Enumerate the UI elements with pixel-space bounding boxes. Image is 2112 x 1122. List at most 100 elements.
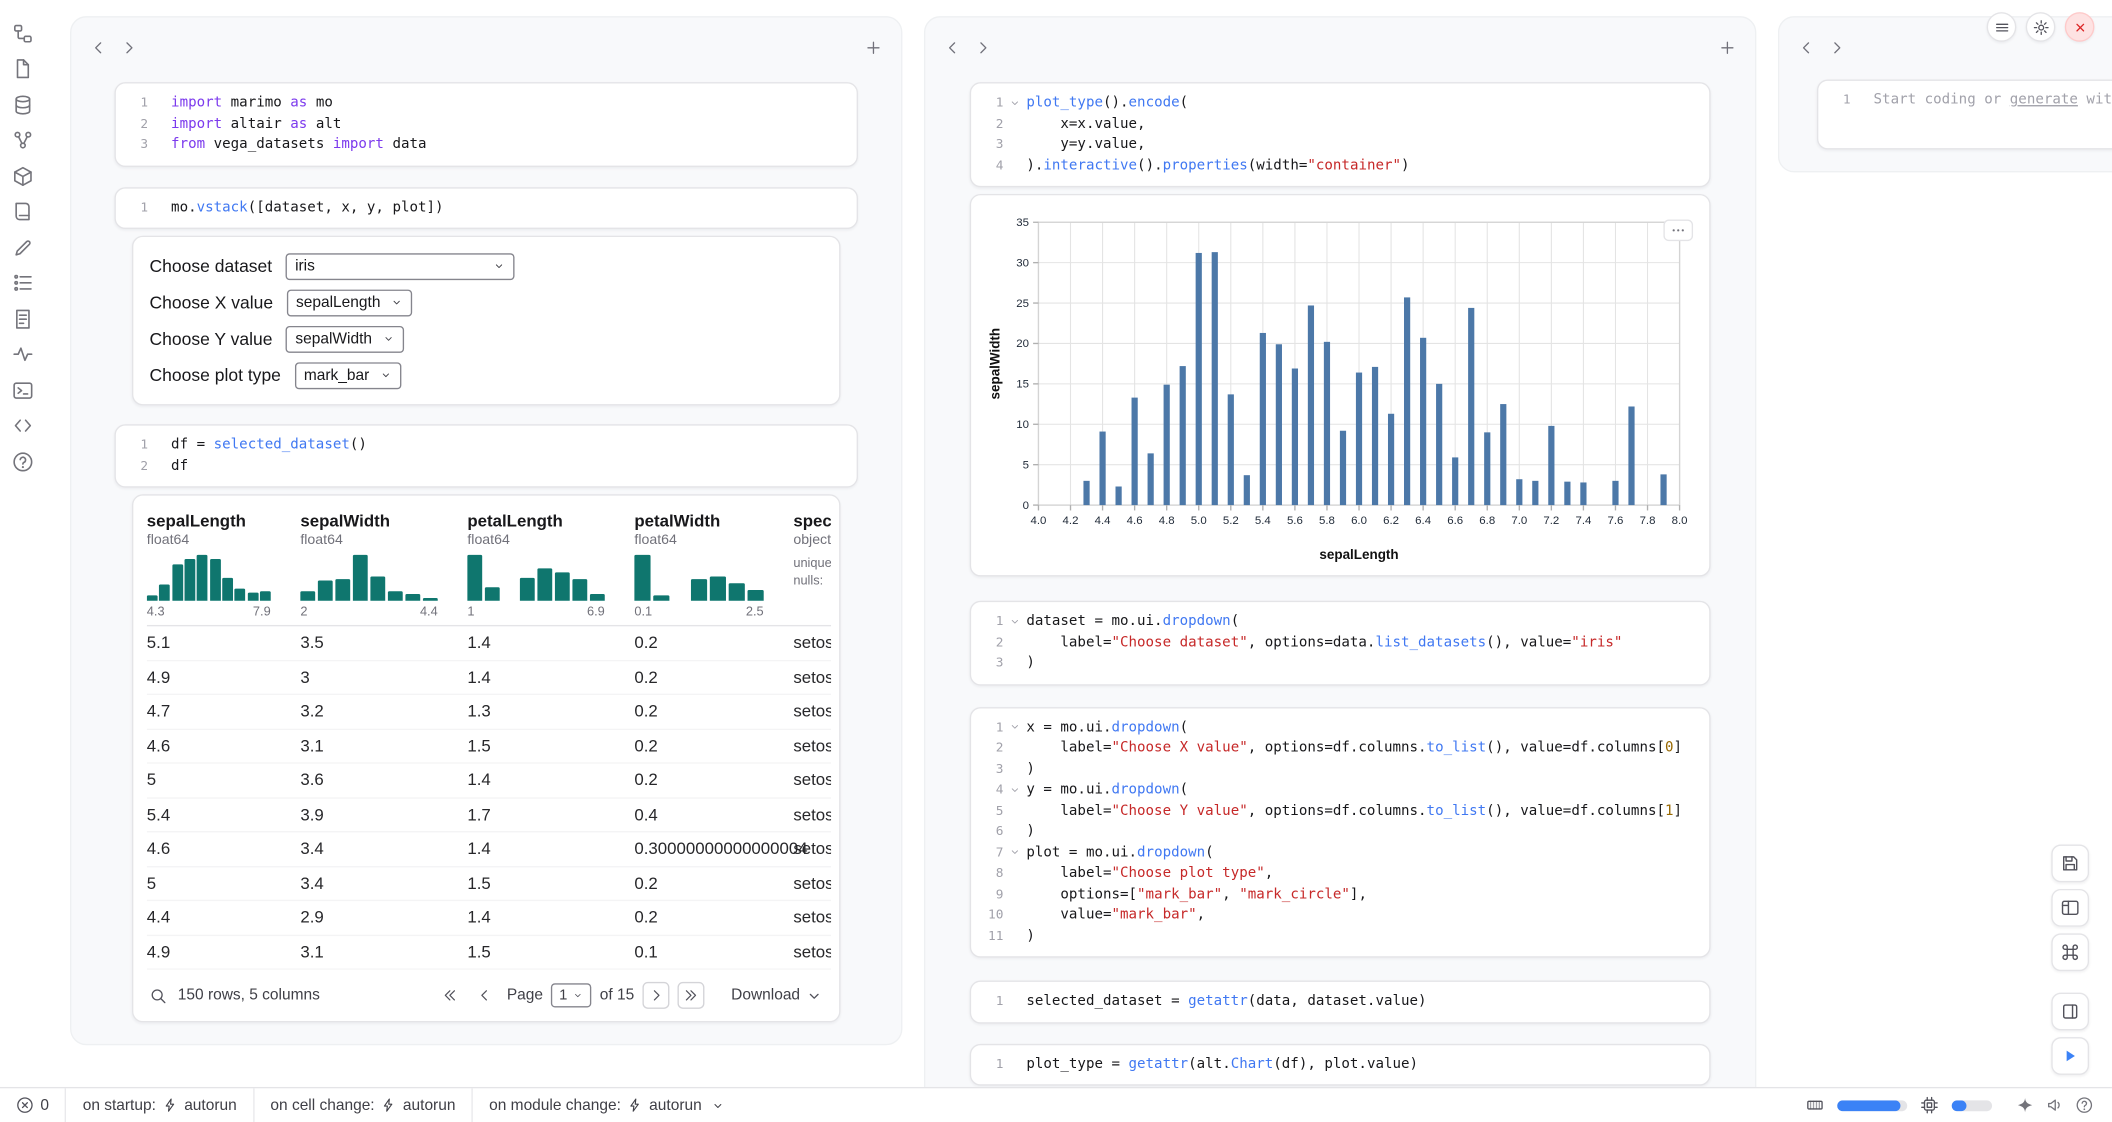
logs-icon[interactable] bbox=[12, 307, 34, 329]
packages-icon[interactable] bbox=[12, 164, 34, 186]
code-text: y=y.value, bbox=[1026, 135, 1145, 156]
column-header-sepalWidth[interactable]: sepalWidthfloat6424.4 bbox=[300, 504, 467, 620]
settings-button[interactable] bbox=[2026, 12, 2056, 42]
page-select[interactable]: 1 bbox=[551, 983, 592, 1007]
dropdown-choose-y-value[interactable]: sepalWidth bbox=[286, 325, 404, 352]
table-row[interactable]: 4.93.11.50.1setosa bbox=[147, 935, 831, 969]
line-number: 1 bbox=[985, 1054, 1004, 1075]
first-page-button[interactable] bbox=[437, 982, 464, 1009]
line-number: 7 bbox=[985, 842, 1004, 863]
generate-with-ai-link[interactable]: generate bbox=[2010, 92, 2078, 108]
ai-assistant-icon[interactable] bbox=[2016, 1096, 2034, 1114]
dropdown-choose-plot-type[interactable]: mark_bar bbox=[294, 362, 401, 389]
column-scroll-right-icon[interactable] bbox=[1828, 36, 1846, 54]
documentation-icon[interactable] bbox=[12, 200, 34, 222]
terminal-icon[interactable] bbox=[12, 378, 34, 400]
app-preview-button[interactable] bbox=[2051, 993, 2089, 1031]
new-cell-editor[interactable]: 1 Start coding or generate with AI. bbox=[1817, 79, 2112, 149]
help-icon[interactable] bbox=[2076, 1096, 2094, 1114]
next-page-button[interactable] bbox=[642, 982, 669, 1009]
setting-value: autorun bbox=[649, 1097, 702, 1113]
cell-xy-plot-dropdowns[interactable]: 1x = mo.ui.dropdown(2 label="Choose X va… bbox=[970, 706, 1711, 957]
last-page-button[interactable] bbox=[677, 982, 704, 1009]
memory-usage-meter[interactable] bbox=[1837, 1100, 1907, 1111]
cell-plot-encode[interactable]: 1plot_type().encode(2 x=x.value,3 y=y.va… bbox=[970, 82, 1711, 187]
snippets-icon[interactable] bbox=[12, 414, 34, 436]
column-scroll-right-icon[interactable] bbox=[974, 36, 992, 54]
file-icon[interactable] bbox=[12, 57, 34, 79]
table-scroll-area[interactable]: sepalLengthfloat644.37.9sepalWidthfloat6… bbox=[147, 504, 831, 970]
add-cell-icon[interactable] bbox=[1719, 36, 1737, 54]
keyboard-shortcuts-button[interactable] bbox=[2051, 933, 2089, 971]
table-row[interactable]: 53.61.40.2setosa bbox=[147, 764, 831, 798]
variables-icon[interactable] bbox=[12, 129, 34, 151]
table-search-icon[interactable] bbox=[150, 987, 168, 1005]
fold-cell-icon[interactable] bbox=[1003, 717, 1026, 738]
fold-cell-icon[interactable] bbox=[1003, 842, 1026, 863]
column-scroll-left-icon[interactable] bbox=[944, 36, 962, 54]
table-row[interactable]: 4.42.91.40.2setosa bbox=[147, 901, 831, 935]
prev-page-button[interactable] bbox=[472, 982, 499, 1009]
column-header-species[interactable]: speciesobjectuniquenulls: bbox=[793, 504, 831, 620]
data-sources-icon[interactable] bbox=[12, 93, 34, 115]
line-number: 1 bbox=[129, 435, 148, 456]
help-icon[interactable] bbox=[12, 450, 34, 472]
table-cell: 0.4 bbox=[634, 805, 793, 824]
traces-icon[interactable] bbox=[12, 343, 34, 365]
altair-bar-chart[interactable]: 051015202530354.04.24.44.64.85.05.25.45.… bbox=[985, 206, 1696, 567]
column-scroll-left-icon[interactable] bbox=[1798, 36, 1816, 54]
table-row[interactable]: 5.13.51.40.2setosa bbox=[147, 626, 831, 660]
table-row[interactable]: 4.73.21.30.2setosa bbox=[147, 695, 831, 729]
line-number: 8 bbox=[985, 863, 1004, 884]
cell-df[interactable]: 1df = selected_dataset()2df bbox=[114, 424, 857, 487]
cell-vstack[interactable]: 1mo.vstack([dataset, x, y, plot]) bbox=[114, 187, 857, 229]
fold-cell-icon[interactable] bbox=[1003, 93, 1026, 114]
notebook-explorer-icon[interactable] bbox=[12, 22, 34, 44]
cell-plot-type[interactable]: 1plot_type = getattr(alt.Chart(df), plot… bbox=[970, 1043, 1711, 1085]
dropdown-choose-x-value[interactable]: sepalLength bbox=[287, 289, 413, 316]
column-histogram[interactable] bbox=[467, 555, 604, 601]
table-row[interactable]: 4.63.41.40.30000000000000004setosa bbox=[147, 832, 831, 866]
scratchpad-icon[interactable] bbox=[12, 236, 34, 258]
autorun-setting[interactable]: on startup:autorun bbox=[65, 1088, 253, 1122]
table-row[interactable]: 5.43.91.70.4setosa bbox=[147, 798, 831, 832]
table-row[interactable]: 53.41.50.2setosa bbox=[147, 867, 831, 901]
table-row[interactable]: 4.63.11.50.2setosa bbox=[147, 729, 831, 763]
outline-icon[interactable] bbox=[12, 271, 34, 293]
fold-cell-icon[interactable] bbox=[1003, 611, 1026, 632]
column-scroll-left-icon[interactable] bbox=[90, 36, 108, 54]
svg-text:sepalWidth: sepalWidth bbox=[987, 328, 1002, 400]
feedback-icon[interactable] bbox=[2046, 1096, 2064, 1114]
download-button[interactable]: Download bbox=[731, 987, 823, 1005]
shutdown-button[interactable] bbox=[2065, 12, 2095, 42]
column-histogram[interactable] bbox=[634, 555, 763, 601]
cpu-usage-meter[interactable] bbox=[1952, 1100, 1992, 1111]
table-row[interactable]: 4.931.40.2setosa bbox=[147, 661, 831, 695]
notebook-menu-button[interactable] bbox=[1987, 12, 2017, 42]
fold-gutter bbox=[1003, 156, 1026, 177]
column-histogram[interactable] bbox=[147, 555, 271, 601]
fold-cell-icon[interactable] bbox=[1003, 780, 1026, 801]
line-number: 2 bbox=[129, 114, 148, 135]
autorun-setting[interactable]: on cell change:autorun bbox=[253, 1088, 472, 1122]
add-cell-icon[interactable] bbox=[865, 36, 883, 54]
column-histogram[interactable] bbox=[300, 555, 437, 601]
save-button[interactable] bbox=[2051, 845, 2089, 883]
chart-actions-button[interactable] bbox=[1663, 220, 1693, 242]
run-all-button[interactable] bbox=[2051, 1037, 2089, 1075]
layout-select-button[interactable] bbox=[2051, 889, 2089, 927]
autorun-setting[interactable]: on module change:autorun bbox=[472, 1088, 741, 1122]
code-line: 1import marimo as mo bbox=[129, 93, 843, 114]
cell-imports[interactable]: 1import marimo as mo2import altair as al… bbox=[114, 82, 857, 166]
column-header-sepalLength[interactable]: sepalLengthfloat644.37.9 bbox=[147, 504, 301, 620]
code-text: import marimo as mo bbox=[171, 93, 333, 114]
errors-indicator[interactable]: 0 bbox=[0, 1088, 65, 1122]
cell-dataset-dropdown[interactable]: 1dataset = mo.ui.dropdown(2 label="Choos… bbox=[970, 601, 1711, 685]
column-header-petalLength[interactable]: petalLengthfloat6416.9 bbox=[467, 504, 634, 620]
column-scroll-right-icon[interactable] bbox=[120, 36, 138, 54]
marimo-app: 1import marimo as mo2import altair as al… bbox=[0, 0, 2112, 1122]
svg-text:5: 5 bbox=[1023, 459, 1029, 471]
column-header-petalWidth[interactable]: petalWidthfloat640.12.5 bbox=[634, 504, 793, 620]
cell-selected-dataset[interactable]: 1selected_dataset = getattr(data, datase… bbox=[970, 981, 1711, 1023]
dropdown-choose-dataset[interactable]: iris bbox=[286, 253, 515, 280]
